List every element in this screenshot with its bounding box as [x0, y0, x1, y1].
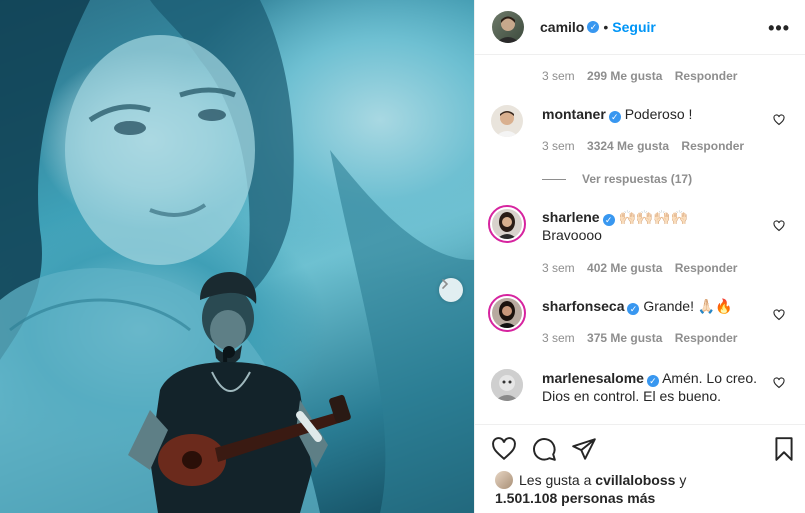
separator-dot: • — [603, 19, 609, 35]
likes-count[interactable]: 1.501.108 personas más — [495, 490, 655, 506]
commenter-username[interactable]: sharfonseca — [542, 298, 624, 314]
post-photo[interactable] — [0, 0, 474, 513]
next-photo-button[interactable] — [439, 278, 463, 302]
avatar-face — [491, 369, 523, 401]
bookmark-icon[interactable] — [771, 436, 797, 462]
heart-icon[interactable] — [773, 114, 785, 126]
follow-button[interactable]: Seguir — [612, 19, 656, 35]
commenter-username[interactable]: marlenesalome — [542, 370, 644, 386]
comment-age: 3 sem — [542, 139, 575, 153]
view-replies-button[interactable]: Ver respuestas (17) — [542, 172, 692, 186]
avatar-face — [492, 298, 522, 328]
likes-summary: Les gusta a cvillaloboss y 1.501.108 per… — [495, 471, 686, 507]
comment-emoji: 🙌🏻🙌🏻🙌🏻🙌🏻 — [618, 209, 689, 225]
view-replies-label: Ver respuestas (17) — [582, 172, 693, 186]
avatar-face — [492, 209, 522, 239]
comment-body: Bravoooo — [542, 227, 602, 243]
likes-prefix: Les gusta a — [519, 472, 592, 488]
comment-meta: 3 sem 3324 Me gusta Responder — [542, 139, 753, 153]
comment-meta: 3 sem 299 Me gusta Responder — [542, 69, 746, 83]
share-icon[interactable] — [571, 436, 597, 462]
comment-text: marlenesalome ✓ Amén. Lo creo. Dios en co… — [542, 369, 762, 405]
comment-text: montaner ✓ Poderoso ! — [542, 105, 762, 123]
commenter-avatar[interactable] — [491, 369, 523, 401]
comment-meta: 3 sem 402 Me gusta Responder — [542, 261, 746, 275]
heart-icon[interactable] — [773, 309, 785, 321]
comment-likes[interactable]: 3324 Me gusta — [587, 139, 669, 153]
commenter-username[interactable]: montaner — [542, 106, 606, 122]
reply-button[interactable]: Responder — [681, 139, 744, 153]
heart-icon[interactable] — [491, 436, 517, 462]
commenter-username[interactable]: sharlene — [542, 209, 600, 225]
reply-button[interactable]: Responder — [675, 261, 738, 275]
verified-icon: ✓ — [627, 303, 640, 315]
post-header: camilo ✓ • Seguir ••• — [475, 0, 805, 55]
liker-username[interactable]: cvillaloboss — [595, 472, 675, 488]
author-username[interactable]: camilo — [540, 19, 584, 35]
photo-illustration — [0, 0, 474, 513]
comment-age: 3 sem — [542, 261, 575, 275]
verified-icon: ✓ — [602, 214, 615, 226]
verified-icon: ✓ — [608, 111, 621, 123]
avatar-face — [495, 111, 519, 137]
replies-divider — [542, 178, 566, 180]
action-bar: Les gusta a cvillaloboss y 1.501.108 per… — [475, 424, 805, 513]
liker-avatar[interactable] — [495, 471, 513, 489]
comment-icon[interactable] — [531, 436, 557, 462]
post-sidebar: camilo ✓ • Seguir ••• 3 sem 299 Me gusta… — [474, 0, 805, 513]
chevron-right-icon — [442, 279, 449, 289]
comment-meta: 3 sem 375 Me gusta Responder — [542, 331, 746, 345]
comment-text: sharlene ✓ 🙌🏻🙌🏻🙌🏻🙌🏻 Bravoooo — [542, 208, 762, 244]
comment-body: Grande! 🙏🏻🔥 — [643, 298, 733, 314]
verified-icon: ✓ — [587, 21, 600, 33]
comment-likes[interactable]: 402 Me gusta — [587, 261, 662, 275]
verified-icon: ✓ — [646, 375, 659, 387]
comment-likes[interactable]: 299 Me gusta — [587, 69, 662, 83]
comment-text: sharfonseca ✓ Grande! 🙏🏻🔥 — [542, 297, 762, 315]
heart-icon[interactable] — [773, 377, 785, 389]
author-avatar[interactable] — [492, 11, 524, 43]
reply-button[interactable]: Responder — [675, 331, 738, 345]
comment-likes[interactable]: 375 Me gusta — [587, 331, 662, 345]
comments-list[interactable]: 3 sem 299 Me gusta Responder montaner ✓ P… — [475, 56, 805, 424]
commenter-avatar[interactable] — [488, 205, 526, 243]
commenter-avatar[interactable] — [491, 105, 523, 137]
comment-age: 3 sem — [542, 331, 575, 345]
more-icon[interactable]: ••• — [768, 18, 790, 39]
heart-icon[interactable] — [773, 220, 785, 232]
comment-body: Poderoso ! — [624, 106, 693, 122]
comment-age: 3 sem — [542, 69, 575, 83]
avatar-face — [496, 16, 520, 43]
reply-button[interactable]: Responder — [675, 69, 738, 83]
likes-conj: y — [679, 472, 687, 488]
commenter-avatar[interactable] — [488, 294, 526, 332]
